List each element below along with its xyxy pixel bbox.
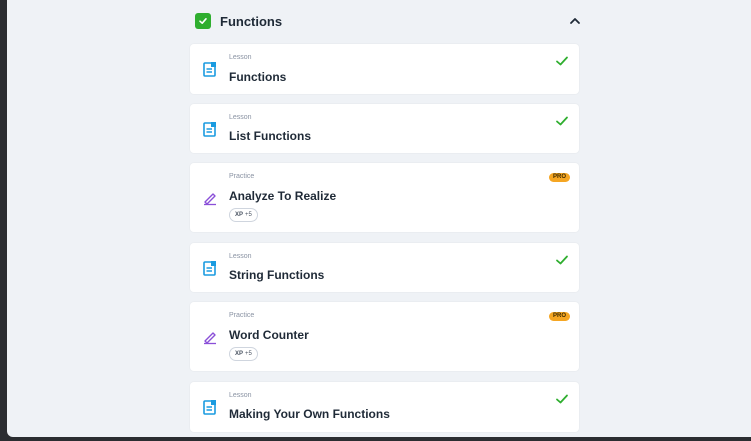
practice-card-word-counter[interactable]: Practice Word Counter PRO XP +5 [190,302,579,371]
item-title: String Functions [229,268,325,282]
item-title: List Functions [229,129,311,143]
item-type-label: Lesson [229,114,252,121]
item-type-label: Practice [229,312,255,319]
checkmark-icon [555,392,569,406]
xp-label: XP [235,351,244,357]
xp-value: +5 [245,212,252,218]
xp-value: +5 [245,351,252,357]
item-type-label: Practice [229,173,255,180]
chevron-up-icon[interactable] [566,12,584,30]
pro-badge: PRO [548,173,570,182]
module-complete-checkbox-icon [195,13,211,29]
document-icon [202,260,218,276]
xp-reward-badge: XP +5 [229,208,258,222]
checkmark-icon [555,114,569,128]
item-title: Word Counter [229,328,309,342]
lesson-card-string-functions[interactable]: Lesson String Functions [190,243,579,292]
xp-label: XP [235,212,244,218]
lesson-card-functions[interactable]: Lesson Functions [190,44,579,94]
module-panel: Functions Lesson Functions Lesson List F… [7,0,751,437]
pencil-icon [202,329,218,345]
document-icon [202,121,218,137]
item-type-label: Lesson [229,253,252,260]
practice-card-analyze-to-realize[interactable]: Practice Analyze To Realize PRO XP +5 [190,163,579,232]
checkmark-icon [555,253,569,267]
module-header[interactable]: Functions [195,8,586,34]
item-title: Functions [229,70,287,84]
item-type-label: Lesson [229,54,252,61]
item-title: Analyze To Realize [229,189,337,203]
pencil-icon [202,190,218,206]
pro-badge: PRO [548,312,570,321]
lesson-card-making-your-own-functions[interactable]: Lesson Making Your Own Functions [190,382,579,432]
module-title: Functions [220,13,283,29]
document-icon [202,399,218,415]
item-type-label: Lesson [229,392,252,399]
checkmark-icon [555,54,569,68]
lesson-card-list-functions[interactable]: Lesson List Functions [190,104,579,153]
item-title: Making Your Own Functions [229,407,390,421]
document-icon [202,61,218,77]
xp-reward-badge: XP +5 [229,347,258,361]
